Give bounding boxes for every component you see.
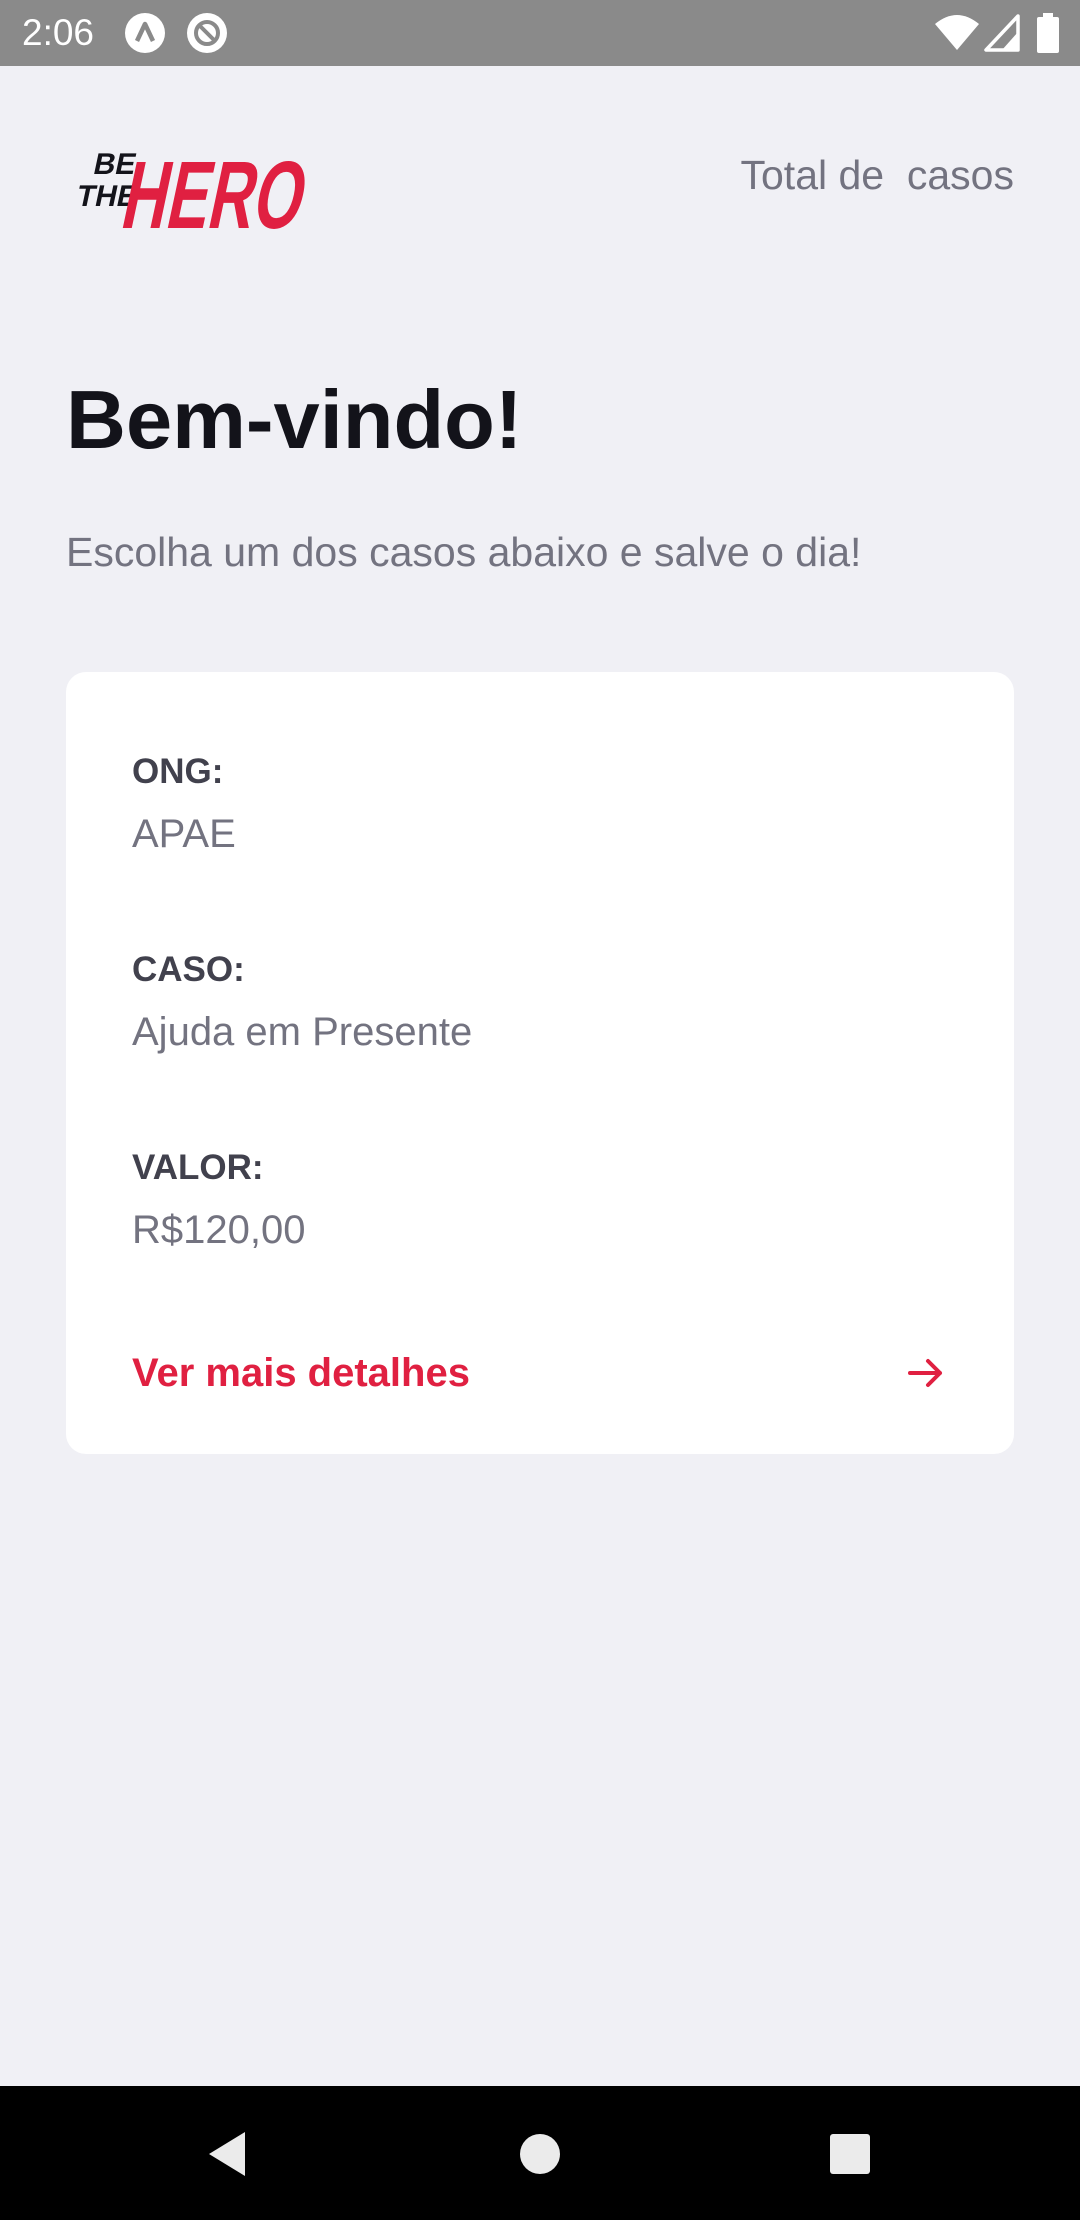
notification-at-icon [187,13,227,53]
home-icon [520,2134,560,2174]
ong-value: APAE [132,812,236,856]
recents-button[interactable] [815,2119,885,2189]
page-title: Bem-vindo! [66,373,523,466]
status-time: 2:06 [22,12,95,53]
logo-hero-text: HERO [114,141,317,238]
notification-a-icon [125,13,165,53]
status-bar: 2:06 [0,0,1080,66]
valor-value: R$120,00 [132,1208,306,1252]
details-button[interactable]: Ver mais detalhes [132,1338,948,1408]
app-screen: BE THE HERO Total de casos Bem-vindo! Es… [0,66,1080,2086]
caso-label: CASO: [132,950,245,989]
details-button-label: Ver mais detalhes [132,1350,470,1395]
total-cases-text: Total de casos [740,152,1015,198]
system-navigation-bar [0,2086,1080,2220]
battery-icon [1037,13,1059,53]
ong-label: ONG: [132,752,224,791]
back-button[interactable] [193,2119,263,2189]
arrow-right-icon [908,1359,942,1387]
back-icon [209,2132,245,2176]
be-the-hero-logo: BE THE HERO [74,141,317,238]
incident-card: ONG: APAE CASO: Ajuda em Presente VALOR:… [66,672,1014,1454]
recents-icon [830,2134,870,2174]
home-button[interactable] [505,2119,575,2189]
signal-icon [984,14,1020,52]
valor-label: VALOR: [132,1148,264,1187]
page-description: Escolha um dos casos abaixo e salve o di… [66,529,862,575]
wifi-icon [935,15,979,50]
caso-value: Ajuda em Presente [132,1010,473,1054]
